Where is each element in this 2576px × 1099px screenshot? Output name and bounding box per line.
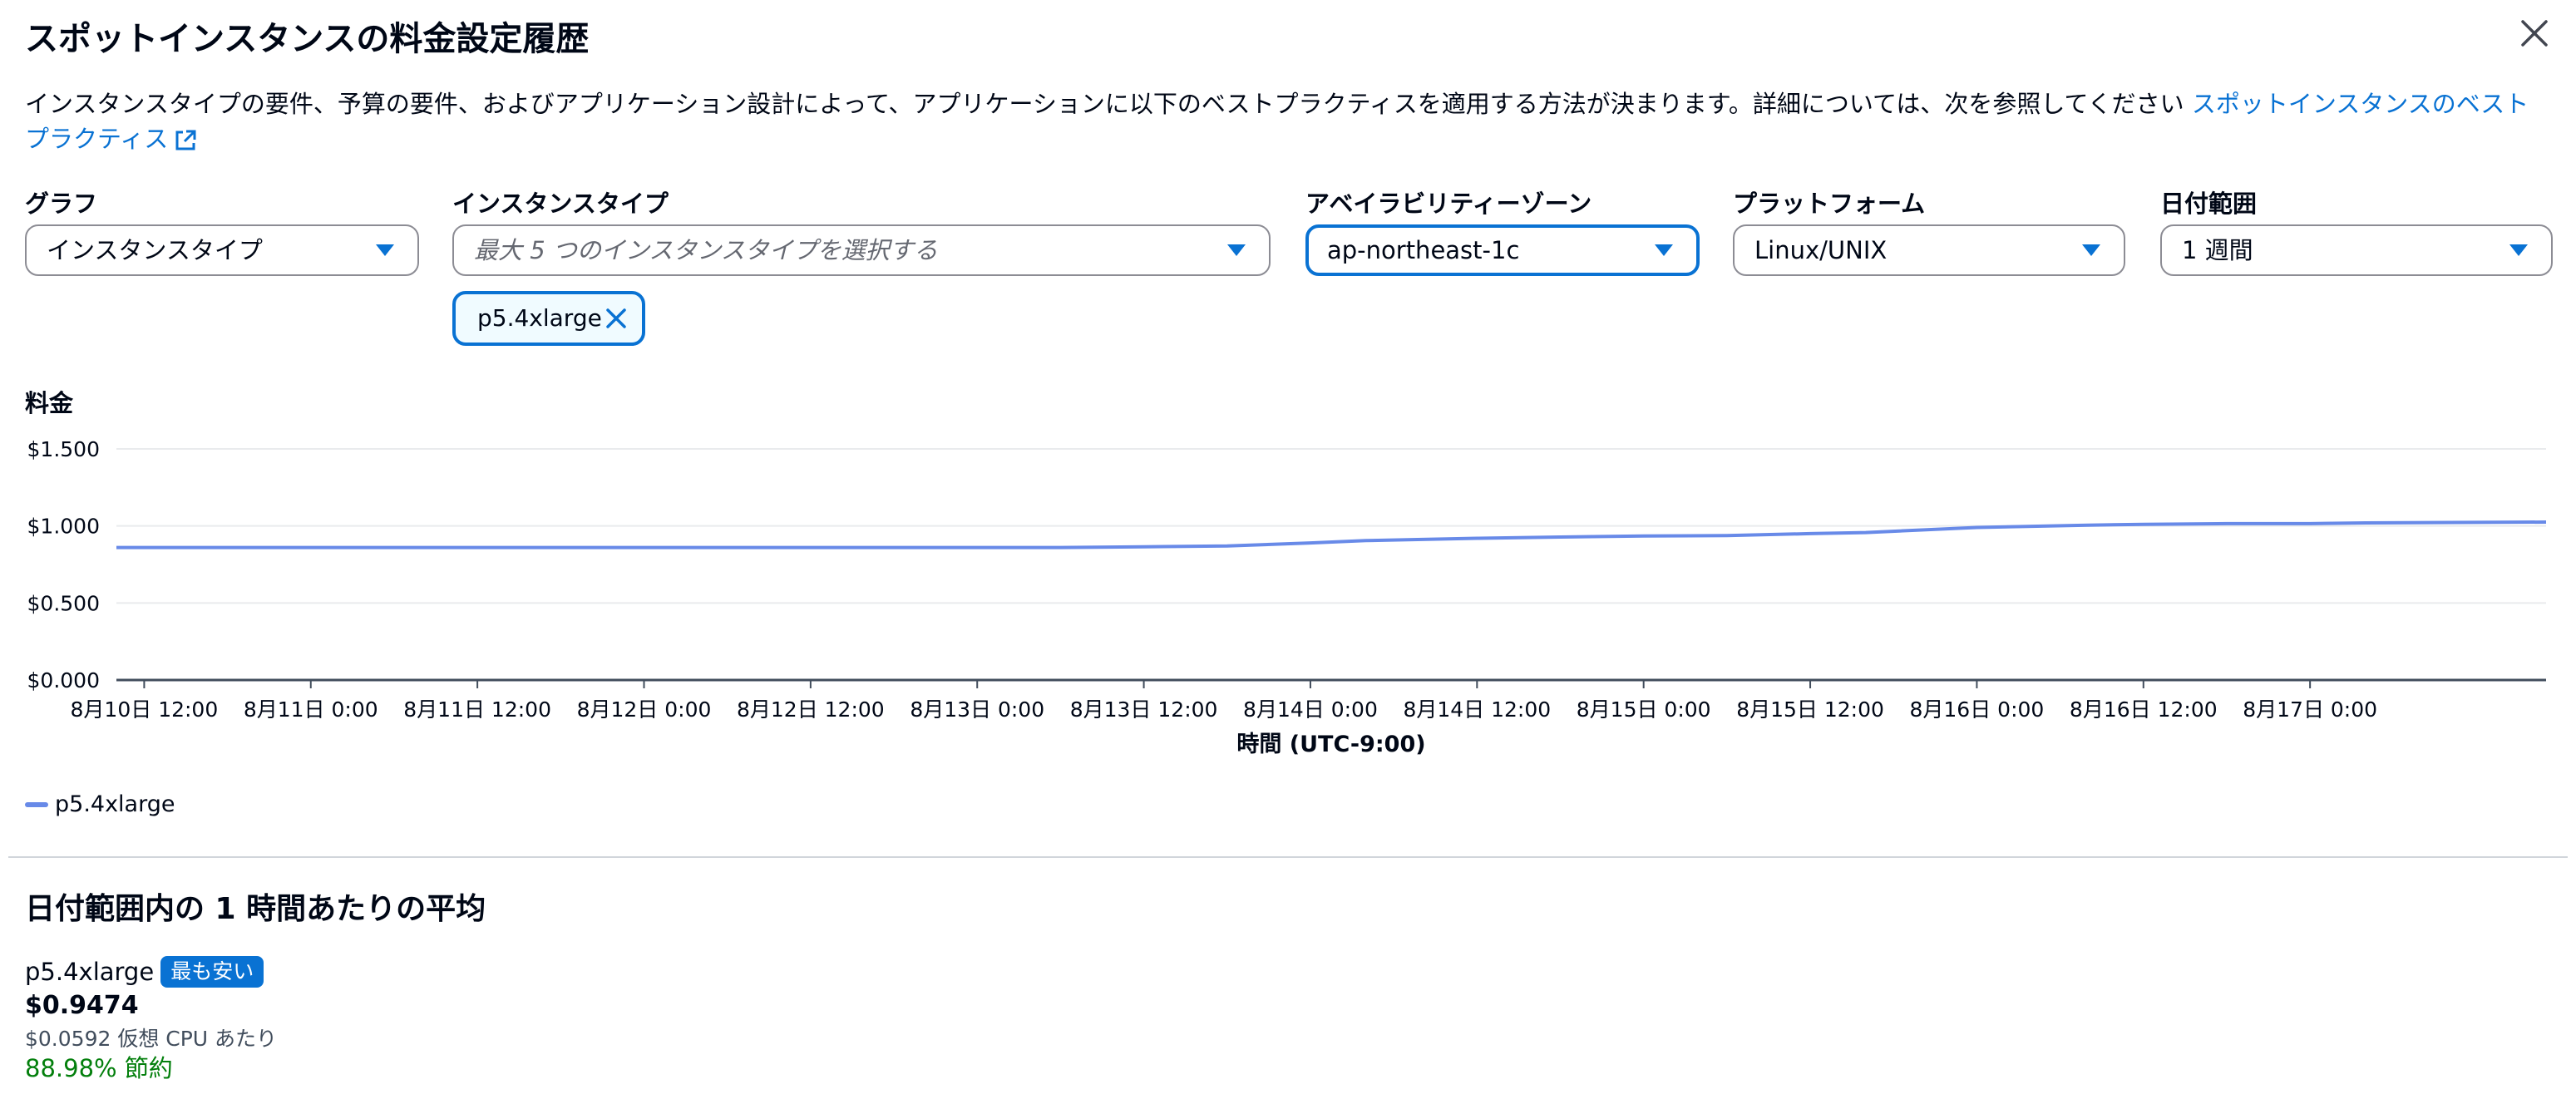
caret-down-icon bbox=[1655, 244, 1673, 256]
x-tick-label: 8月16日 12:00 bbox=[2070, 697, 2218, 722]
x-tick-label: 8月16日 0:00 bbox=[1910, 697, 2045, 722]
section-divider bbox=[8, 856, 2568, 858]
availability-zone-label: アベイラビリティーゾーン bbox=[1305, 190, 1592, 218]
external-link-icon bbox=[175, 130, 196, 150]
caret-down-icon bbox=[1227, 244, 1246, 256]
price-history-chart: $0.000 $0.500 $1.000 $1.500 8月10日 12:00 8月11日… bbox=[27, 437, 2547, 757]
platform-value: Linux/UNIX bbox=[1754, 236, 1888, 264]
x-tick-label: 8月13日 0:00 bbox=[910, 697, 1044, 722]
platform-select[interactable]: Linux/UNIX bbox=[1733, 224, 2125, 276]
instance-type-select[interactable]: 最大 5 つのインスタンスタイプを選択する bbox=[452, 224, 1271, 276]
instance-type-token: p5.4xlarge bbox=[452, 291, 645, 346]
x-tick-label: 8月11日 12:00 bbox=[403, 697, 551, 722]
x-tick-label: 8月15日 12:00 bbox=[1736, 697, 1884, 722]
description-text: インスタンスタイプの要件、予算の要件、およびアプリケーション設計によって、アプリ… bbox=[25, 90, 2184, 118]
x-tick-label: 8月10日 12:00 bbox=[71, 697, 219, 722]
instance-type-placeholder: 最大 5 つのインスタンスタイプを選択する bbox=[474, 236, 938, 264]
x-tick-label: 8月11日 0:00 bbox=[244, 697, 378, 722]
chart-title: 料金 bbox=[25, 389, 74, 417]
date-range-label: 日付範囲 bbox=[2160, 190, 2258, 218]
cheapest-badge: 最も安い bbox=[160, 956, 264, 988]
close-icon[interactable] bbox=[2518, 17, 2551, 50]
average-price: $0.9474 bbox=[25, 991, 139, 1020]
y-tick-label: $0.500 bbox=[27, 591, 100, 615]
platform-label: プラットフォーム bbox=[1733, 190, 1926, 218]
x-axis-label: 時間 (UTC-9:00) bbox=[1236, 732, 1425, 757]
dismiss-icon[interactable] bbox=[604, 306, 629, 331]
instance-type-label: インスタンスタイプ bbox=[452, 190, 669, 218]
caret-down-icon bbox=[2082, 244, 2100, 256]
availability-zone-select[interactable]: ap-northeast-1c bbox=[1305, 224, 1700, 276]
graph-select-value: インスタンスタイプ bbox=[47, 236, 263, 264]
chart-legend[interactable]: p5.4xlarge bbox=[25, 791, 175, 817]
caret-down-icon bbox=[2509, 244, 2528, 256]
graph-select[interactable]: インスタンスタイプ bbox=[25, 224, 419, 276]
x-tick-label: 8月14日 12:00 bbox=[1403, 697, 1551, 722]
availability-zone-value: ap-northeast-1c bbox=[1327, 236, 1520, 264]
x-tick-label: 8月17日 0:00 bbox=[2243, 697, 2377, 722]
modal-title: スポットインスタンスの料金設定履歴 bbox=[25, 20, 590, 58]
y-tick-label: $0.000 bbox=[27, 668, 100, 692]
summary-instance-row: p5.4xlarge 最も安い bbox=[25, 956, 264, 988]
date-range-value: 1 週間 bbox=[2182, 236, 2253, 264]
x-tick-label: 8月13日 12:00 bbox=[1070, 697, 1218, 722]
x-tick-label: 8月12日 12:00 bbox=[737, 697, 885, 722]
price-per-vcpu: $0.0592 仮想 CPU あたり bbox=[25, 1027, 278, 1051]
caret-down-icon bbox=[376, 244, 394, 256]
x-tick-label: 8月12日 0:00 bbox=[577, 697, 712, 722]
legend-swatch bbox=[25, 801, 48, 807]
legend-label[interactable]: p5.4xlarge bbox=[55, 791, 175, 817]
graph-label: グラフ bbox=[25, 190, 98, 218]
token-label: p5.4xlarge bbox=[477, 304, 602, 332]
summary-instance-type: p5.4xlarge bbox=[25, 958, 155, 986]
savings-percentage: 88.98% 節約 bbox=[25, 1054, 173, 1082]
x-tick-label: 8月14日 0:00 bbox=[1243, 697, 1378, 722]
y-tick-label: $1.500 bbox=[27, 437, 100, 461]
modal-description: インスタンスタイプの要件、予算の要件、およびアプリケーション設計によって、アプリ… bbox=[25, 86, 2553, 156]
y-tick-label: $1.000 bbox=[27, 515, 100, 539]
date-range-select[interactable]: 1 週間 bbox=[2160, 224, 2553, 276]
x-tick-label: 8月15日 0:00 bbox=[1577, 697, 1711, 722]
average-section-title: 日付範囲内の 1 時間あたりの平均 bbox=[25, 892, 486, 926]
